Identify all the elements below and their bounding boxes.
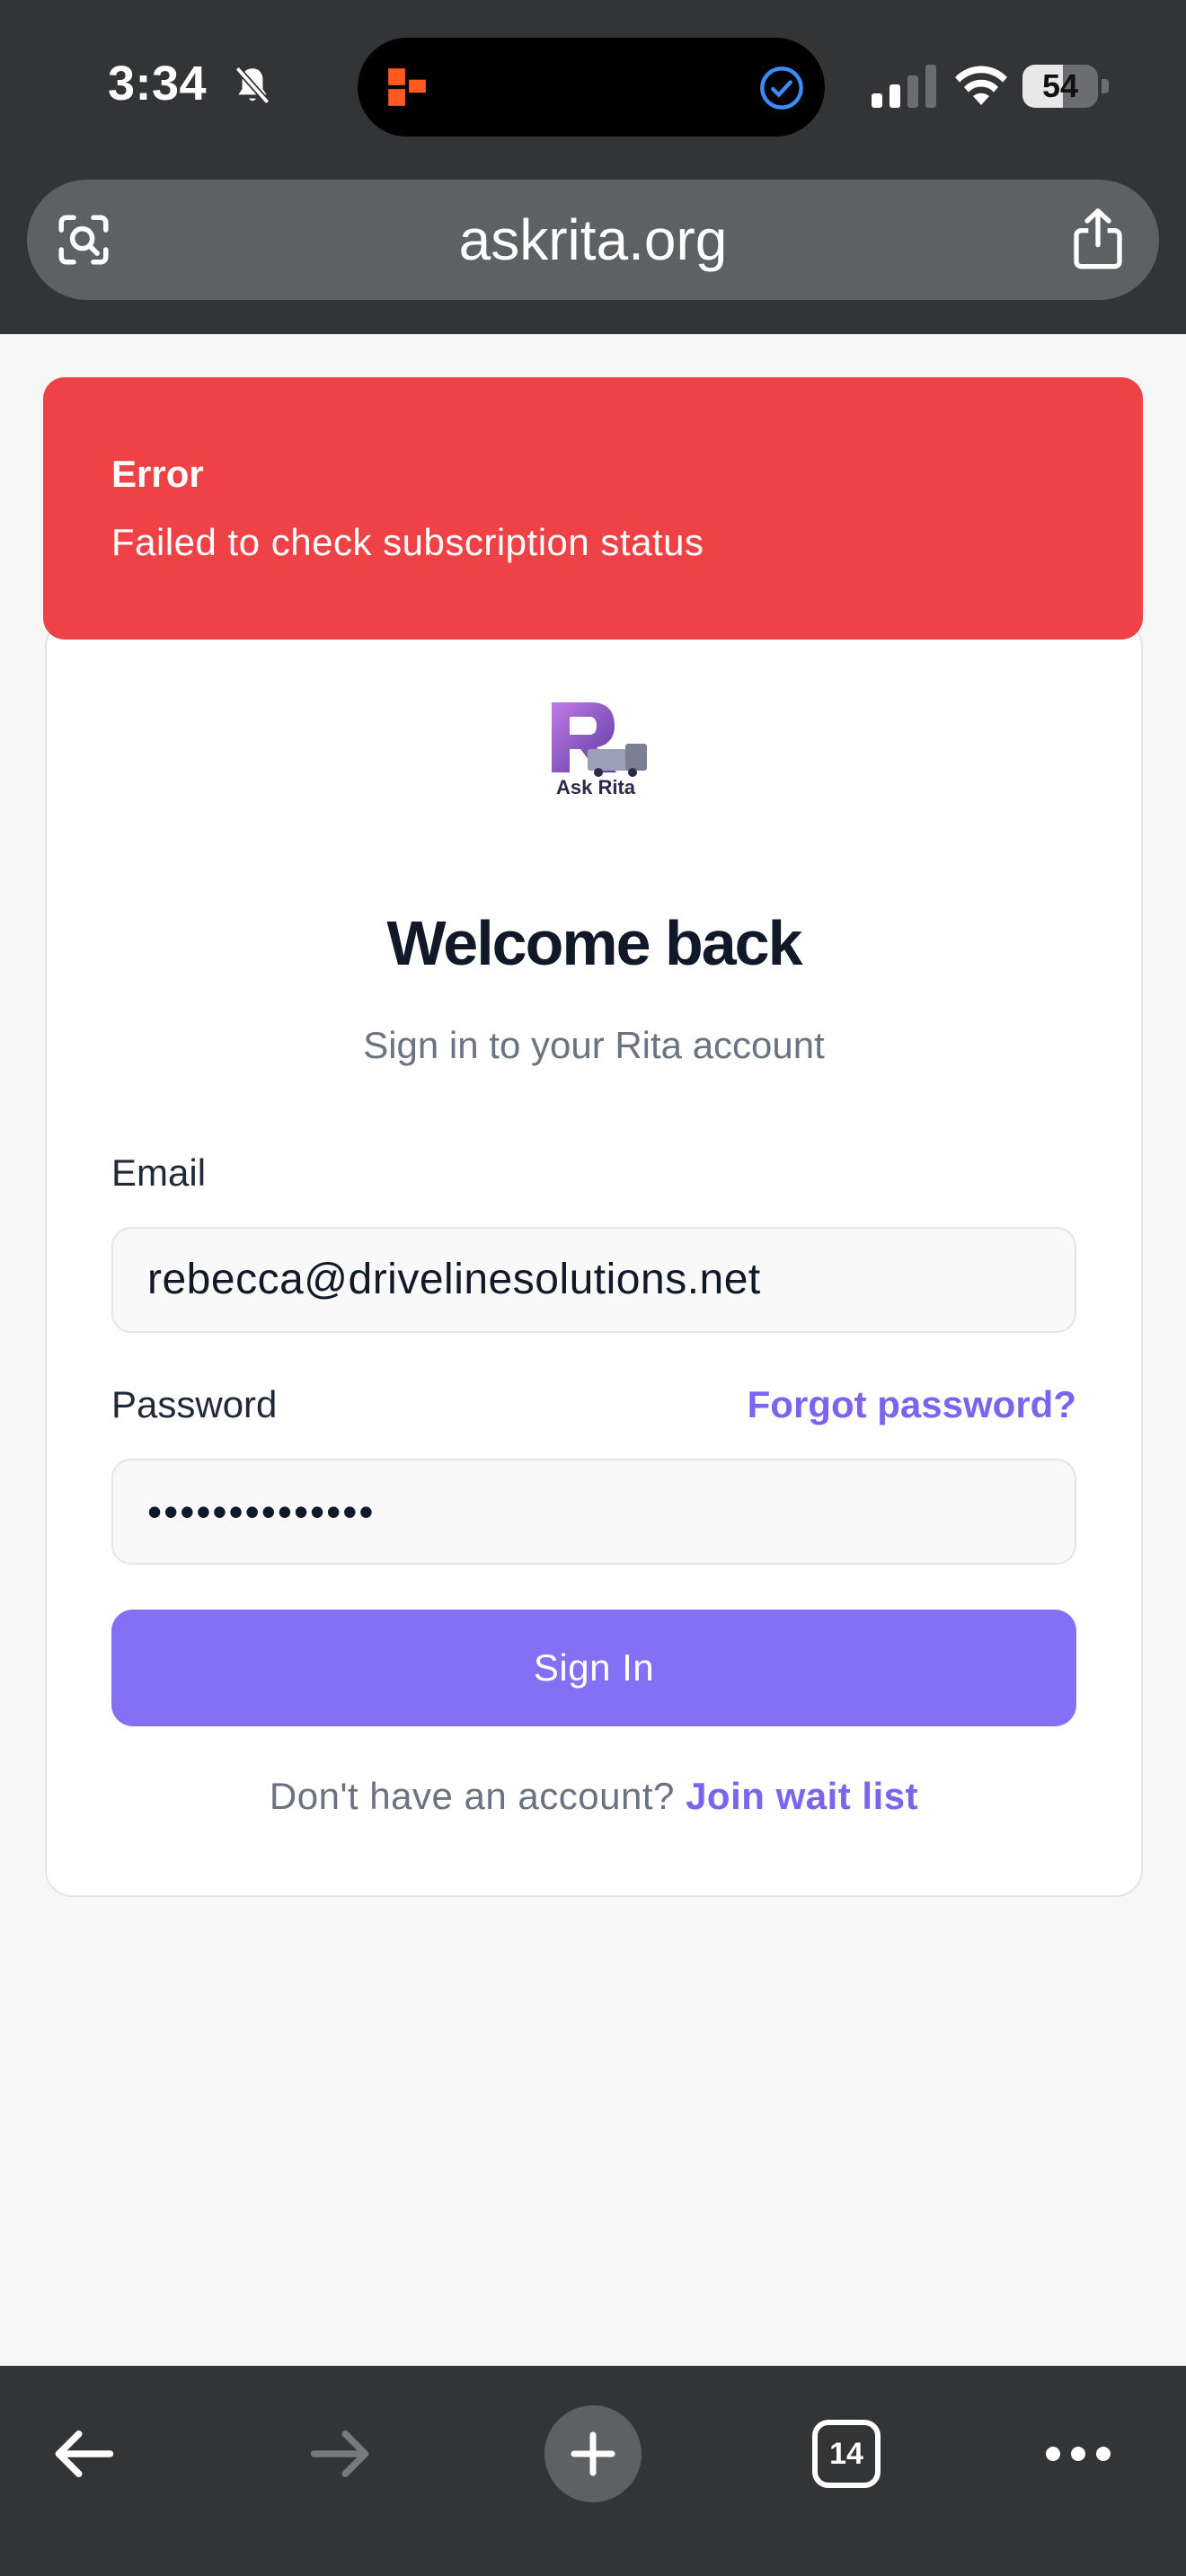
check-circle-icon xyxy=(760,66,803,110)
new-tab-button[interactable] xyxy=(544,2405,642,2502)
logo-text: Ask Rita xyxy=(555,776,636,798)
browser-top-chrome: 3:34 54 askrita.org xyxy=(0,0,1186,334)
lens-icon[interactable] xyxy=(54,210,113,269)
battery-icon: 54 xyxy=(1022,65,1109,108)
no-account-text: Don't have an account? xyxy=(269,1775,675,1817)
dynamic-island xyxy=(358,38,825,137)
page-subtitle: Sign in to your Rita account xyxy=(363,1024,825,1066)
wifi-icon xyxy=(955,66,1007,105)
join-wait-list-link[interactable]: Join wait list xyxy=(686,1775,918,1817)
battery-level: 54 xyxy=(1041,67,1079,104)
more-icon[interactable] xyxy=(1042,2438,1114,2470)
status-time: 3:34 xyxy=(108,57,208,110)
address-bar[interactable]: askrita.org xyxy=(27,180,1159,300)
share-icon[interactable] xyxy=(1069,207,1127,271)
back-arrow-icon[interactable] xyxy=(50,2420,119,2488)
url-text[interactable]: askrita.org xyxy=(27,180,1159,300)
browser-bottom-toolbar: 14 xyxy=(0,2366,1186,2576)
orange-app-icon xyxy=(388,68,426,106)
page-title: Welcome back xyxy=(386,908,802,978)
plus-icon xyxy=(571,2431,615,2476)
signup-prompt: Don't have an account? Join wait list xyxy=(47,1775,1141,1818)
error-title: Error xyxy=(111,453,204,495)
password-label: Password xyxy=(111,1383,278,1425)
error-toast: Error Failed to check subscription statu… xyxy=(43,377,1143,640)
forgot-password-link[interactable]: Forgot password? xyxy=(748,1383,1076,1426)
password-field[interactable]: •••••••••••••• xyxy=(111,1459,1076,1565)
forward-arrow-icon[interactable] xyxy=(305,2420,374,2488)
bell-slash-icon xyxy=(235,66,270,105)
tabs-icon[interactable]: 14 xyxy=(812,2420,881,2488)
email-field[interactable]: rebecca@drivelinesolutions.net xyxy=(111,1227,1076,1333)
cellular-icon xyxy=(872,65,936,108)
error-message: Failed to check subscription status xyxy=(111,521,704,563)
email-label: Email xyxy=(111,1151,207,1194)
login-card: Ask Rita Welcome back Sign in to your Ri… xyxy=(45,620,1143,1897)
sign-in-button[interactable]: Sign In xyxy=(111,1610,1076,1726)
